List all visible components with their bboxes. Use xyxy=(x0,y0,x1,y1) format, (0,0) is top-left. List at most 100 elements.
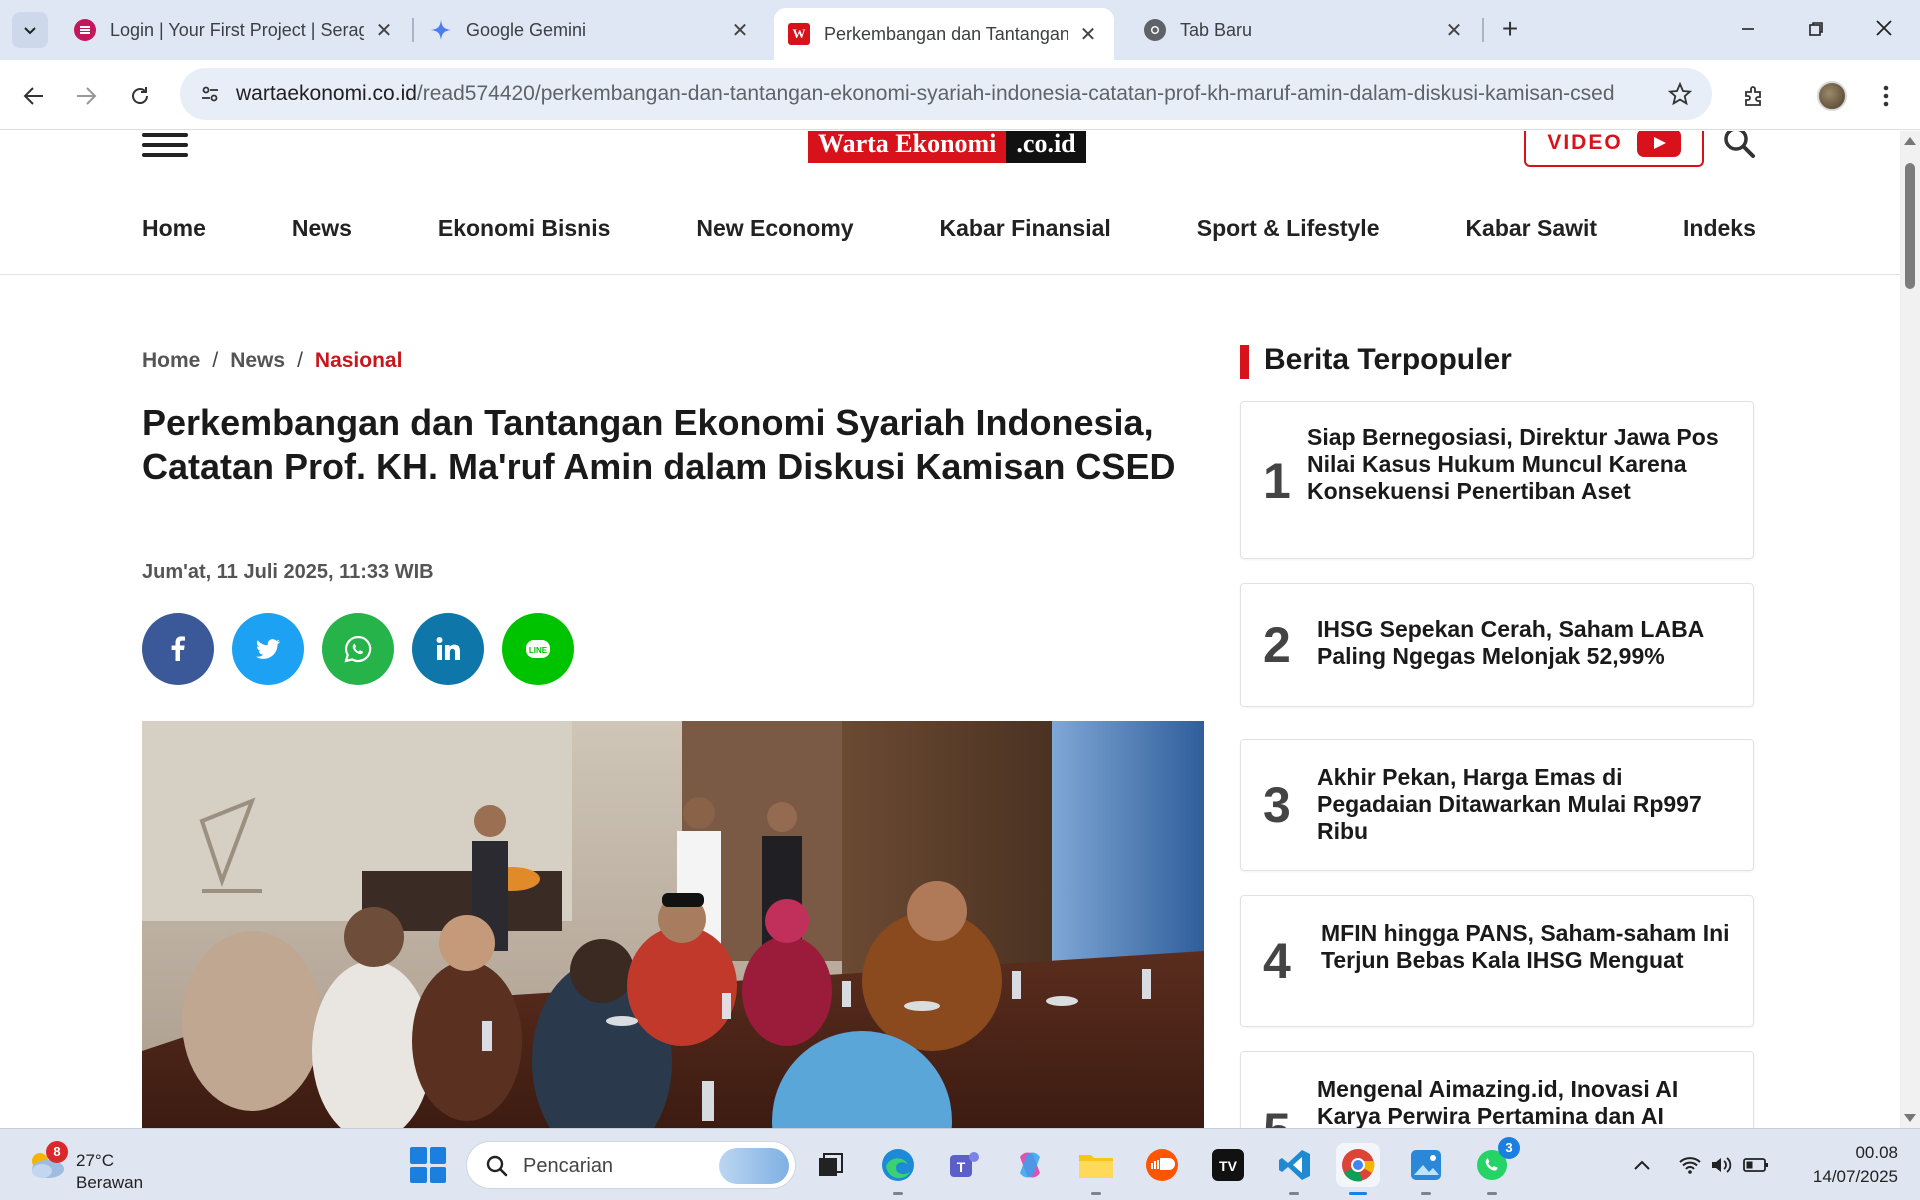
tab-search-button[interactable] xyxy=(12,12,48,48)
popular-item[interactable]: 2 IHSG Sepekan Cerah, Saham LABA Paling … xyxy=(1240,583,1754,707)
scroll-thumb[interactable] xyxy=(1905,163,1915,289)
volume-icon[interactable] xyxy=(1708,1153,1736,1177)
tradingview-icon[interactable]: TV xyxy=(1206,1143,1250,1187)
close-window-button[interactable] xyxy=(1856,8,1912,52)
share-linkedin-button[interactable] xyxy=(412,613,484,685)
forward-button[interactable] xyxy=(66,76,106,116)
vscode-icon[interactable] xyxy=(1272,1143,1316,1195)
puzzle-icon xyxy=(1745,86,1761,106)
nav-kabar-finansial[interactable]: Kabar Finansial xyxy=(940,215,1111,242)
close-icon[interactable]: ✕ xyxy=(1076,22,1100,47)
line-icon: LINE xyxy=(526,640,550,658)
new-tab-button[interactable]: + xyxy=(1492,12,1528,48)
nav-home[interactable]: Home xyxy=(142,215,206,242)
youtube-play-icon xyxy=(1636,131,1681,157)
close-icon[interactable]: ✕ xyxy=(1442,18,1466,43)
video-button[interactable]: VIDEO xyxy=(1524,131,1704,167)
close-icon[interactable]: ✕ xyxy=(372,18,396,43)
back-button[interactable] xyxy=(14,76,54,116)
search-icon xyxy=(486,1155,508,1177)
teams-icon[interactable]: T xyxy=(942,1143,986,1187)
address-bar[interactable]: wartaekonomi.co.id/read574420/perkembang… xyxy=(180,68,1712,120)
share-facebook-button[interactable] xyxy=(142,613,214,685)
chevron-up-icon[interactable] xyxy=(1628,1153,1656,1177)
popular-headline[interactable]: Akhir Pekan, Harga Emas di Pegadaian Dit… xyxy=(1317,764,1717,845)
browser-tab-bar: Login | Your First Project | Serag ✕ Goo… xyxy=(0,0,1920,60)
nav-sport-lifestyle[interactable]: Sport & Lifestyle xyxy=(1197,215,1380,242)
share-buttons: LINE xyxy=(142,613,574,685)
popular-news-heading: Berita Terpopuler xyxy=(1240,343,1512,379)
nav-kabar-sawit[interactable]: Kabar Sawit xyxy=(1465,215,1597,242)
breadcrumb-separator: / xyxy=(212,349,219,372)
nav-ekonomi-bisnis[interactable]: Ekonomi Bisnis xyxy=(438,215,611,242)
tab-login[interactable]: Login | Your First Project | Serag ✕ xyxy=(60,8,410,52)
popular-headline[interactable]: MFIN hingga PANS, Saham-saham Ini Terjun… xyxy=(1321,920,1741,974)
popular-item[interactable]: 5 Mengenal Aimazing.id, Inovasi AI Karya… xyxy=(1240,1051,1754,1128)
chrome-menu-button[interactable] xyxy=(1866,76,1906,116)
arrow-left-icon xyxy=(23,87,43,105)
taskbar-search[interactable]: Pencarian xyxy=(466,1141,796,1189)
breadcrumb-news[interactable]: News xyxy=(230,349,285,373)
windows-start-icon[interactable] xyxy=(410,1147,446,1183)
photos-app-icon[interactable] xyxy=(1404,1143,1448,1195)
url-host: wartaekonomi.co.id xyxy=(236,82,417,105)
system-clock[interactable]: 00.08 14/07/2025 xyxy=(1788,1141,1898,1189)
site-info-icon[interactable] xyxy=(194,78,226,110)
popular-item[interactable]: 4 MFIN hingga PANS, Saham-saham Ini Terj… xyxy=(1240,895,1754,1027)
reload-button[interactable] xyxy=(120,76,160,116)
edge-browser-icon[interactable] xyxy=(876,1143,920,1195)
popular-item[interactable]: 3 Akhir Pekan, Harga Emas di Pegadaian D… xyxy=(1240,739,1754,871)
profile-avatar[interactable] xyxy=(1812,76,1852,116)
close-icon[interactable]: ✕ xyxy=(728,18,752,43)
soundcloud-icon[interactable] xyxy=(1140,1143,1184,1187)
breadcrumb-nasional[interactable]: Nasional xyxy=(315,349,403,373)
tab-article-active[interactable]: W Perkembangan dan Tantangan E ✕ xyxy=(774,8,1114,60)
task-view-icon[interactable] xyxy=(808,1143,852,1187)
weather-widget[interactable]: 8 27°C Berawan xyxy=(22,1139,152,1192)
share-whatsapp-button[interactable] xyxy=(322,613,394,685)
popular-headline[interactable]: Siap Bernegosiasi, Direktur Jawa Pos Nil… xyxy=(1307,424,1727,505)
popular-rank: 3 xyxy=(1263,777,1291,833)
whatsapp-desktop-icon[interactable]: 3 xyxy=(1470,1137,1520,1195)
file-explorer-icon[interactable] xyxy=(1074,1143,1118,1195)
url-path: /read574420/perkembangan-dan-tantangan-e… xyxy=(416,82,1615,105)
article-photo xyxy=(142,721,1204,1128)
popular-rank: 1 xyxy=(1263,453,1291,509)
meeting-photo-illustration xyxy=(142,721,1204,1128)
nav-new-economy[interactable]: New Economy xyxy=(696,215,853,242)
share-line-button[interactable]: LINE xyxy=(502,613,574,685)
breadcrumb-home[interactable]: Home xyxy=(142,349,200,373)
tab-separator xyxy=(1482,18,1484,42)
chrome-taskbar-icon[interactable] xyxy=(1336,1143,1380,1195)
restore-button[interactable] xyxy=(1788,8,1844,52)
hamburger-menu-icon[interactable] xyxy=(142,133,188,157)
taskbar-search-placeholder: Pencarian xyxy=(523,1155,614,1177)
page-scrollbar[interactable] xyxy=(1900,131,1920,1128)
tab-new-tab[interactable]: Tab Baru ✕ xyxy=(1130,8,1480,52)
copilot-icon[interactable] xyxy=(1008,1143,1052,1187)
battery-icon[interactable] xyxy=(1742,1153,1770,1177)
search-icon[interactable] xyxy=(1722,131,1758,161)
wartaekonomi-favicon-icon: W xyxy=(788,23,810,45)
nav-news[interactable]: News xyxy=(292,215,352,242)
clock-date: 14/07/2025 xyxy=(1812,1167,1898,1186)
minimize-button[interactable] xyxy=(1720,8,1776,52)
browser-toolbar: wartaekonomi.co.id/read574420/perkembang… xyxy=(0,60,1920,130)
tab-gemini[interactable]: Google Gemini ✕ xyxy=(416,8,766,52)
wifi-icon[interactable] xyxy=(1676,1153,1704,1177)
scroll-up-arrow-icon[interactable] xyxy=(1904,137,1916,145)
popular-headline[interactable]: IHSG Sepekan Cerah, Saham LABA Paling Ng… xyxy=(1317,616,1737,670)
weather-temperature: 27°C xyxy=(76,1151,114,1170)
site-logo[interactable]: Warta Ekonomi .co.id xyxy=(808,131,1086,163)
close-icon xyxy=(1876,20,1892,36)
nav-indeks[interactable]: Indeks xyxy=(1683,215,1756,242)
extensions-button[interactable] xyxy=(1734,76,1774,116)
gemini-sparkle-icon xyxy=(430,19,452,41)
popular-item[interactable]: 1 Siap Bernegosiasi, Direktur Jawa Pos N… xyxy=(1240,401,1754,559)
more-vertical-icon xyxy=(1883,85,1889,107)
scroll-down-arrow-icon[interactable] xyxy=(1904,1114,1916,1122)
bookmark-star-icon[interactable] xyxy=(1664,78,1696,110)
tab-title: Tab Baru xyxy=(1180,19,1253,40)
share-twitter-button[interactable] xyxy=(232,613,304,685)
popular-headline[interactable]: Mengenal Aimazing.id, Inovasi AI Karya P… xyxy=(1317,1076,1737,1128)
